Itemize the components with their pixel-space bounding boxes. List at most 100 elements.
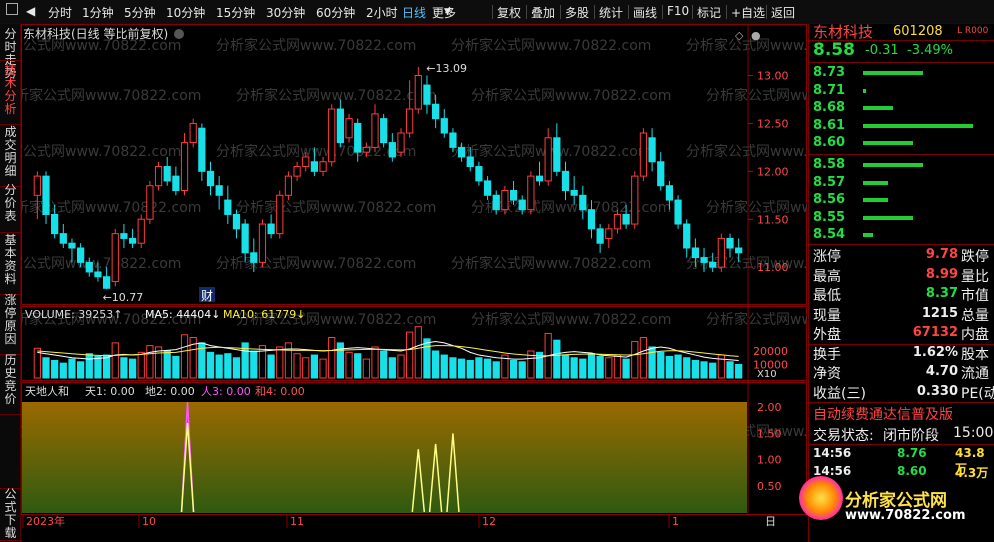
ask-volume-bar <box>863 88 866 93</box>
panel-close-icon[interactable]: ● <box>751 29 761 42</box>
tool-button-1[interactable]: 叠加 <box>531 4 555 21</box>
nav-item-6[interactable]: 历史竞价 <box>2 354 19 406</box>
period-tab-2[interactable]: 5分钟 <box>124 4 156 21</box>
volume-bar <box>94 355 102 379</box>
period-tab-1[interactable]: 1分钟 <box>82 4 114 21</box>
candle-body <box>683 223 691 249</box>
stat-key2: 跌停 <box>961 249 989 265</box>
scroll-left-icon[interactable]: ◀ <box>26 4 35 18</box>
indicator-name[interactable]: 天地人和 <box>25 385 69 398</box>
price-pct: -3.49% <box>907 43 953 58</box>
candle <box>206 161 215 196</box>
candle-body <box>120 233 128 239</box>
candle <box>561 161 570 201</box>
nav-item-8[interactable]: 公式下载 <box>2 488 19 540</box>
bid-volume-bar <box>863 233 873 237</box>
volume-bar <box>232 357 241 379</box>
promo-link[interactable]: 自动续费通达信普及版 <box>813 404 953 424</box>
stat-key2: PE(动) <box>961 385 994 402</box>
candle-body <box>189 122 197 144</box>
more-dropdown-icon[interactable]: ▼ <box>444 7 451 17</box>
toolbar-divider <box>628 5 629 19</box>
x-axis-label: 10 <box>142 515 156 528</box>
volume-bar <box>302 357 310 379</box>
bid-price: 8.56 <box>813 192 846 207</box>
candle-body <box>258 223 267 263</box>
candle-body <box>579 194 587 211</box>
volume-bar <box>665 355 674 379</box>
tool-button-7[interactable]: +自选 <box>731 4 765 21</box>
panel-settings-icon[interactable]: ◇ <box>735 29 744 42</box>
nav-item-2[interactable]: 成交明细 <box>2 126 19 178</box>
candle-body <box>509 190 518 201</box>
stat-value: 1215 <box>921 305 958 321</box>
tool-button-5[interactable]: F10 <box>667 4 689 18</box>
period-tab-7[interactable]: 2小时 <box>366 4 398 21</box>
candle <box>414 66 422 114</box>
candle <box>639 128 648 181</box>
volume-bar <box>163 350 171 379</box>
volume-bar <box>310 354 319 379</box>
volume-bar <box>674 354 682 379</box>
period-tab-0[interactable]: 分时 <box>48 4 72 21</box>
stat-key: 收益(三) <box>813 385 866 402</box>
volume-bar <box>406 331 414 379</box>
title-dropdown-icon[interactable] <box>174 29 184 39</box>
x-axis-corner: 日 <box>765 515 776 528</box>
candle-body <box>328 108 336 163</box>
period-tab-5[interactable]: 30分钟 <box>266 4 305 21</box>
volume-bar <box>388 357 396 379</box>
period-tab-4[interactable]: 15分钟 <box>216 4 255 21</box>
candle-body <box>137 218 145 244</box>
period-tab-3[interactable]: 10分钟 <box>166 4 205 21</box>
candle <box>111 228 119 287</box>
candle <box>717 233 725 272</box>
finance-marker[interactable]: 财 <box>201 289 213 303</box>
indicator-tick-label: 1.50 <box>757 427 782 440</box>
ask-price: 8.73 <box>813 65 846 80</box>
x-axis-label: 2023年 <box>26 514 65 528</box>
watermark-text: 分析家公式网www.70822.com <box>216 255 416 272</box>
menu-square-icon[interactable] <box>6 3 18 15</box>
candle-body <box>570 190 578 196</box>
candle-body <box>665 185 674 201</box>
nav-item-3[interactable]: 分价表 <box>2 184 19 223</box>
candle-body <box>172 175 180 191</box>
volume-bar <box>293 353 301 379</box>
period-tab-8[interactable]: 日线 <box>402 4 426 21</box>
tool-button-6[interactable]: 标记 <box>697 4 721 21</box>
bid-volume-bar <box>863 163 923 167</box>
volume-bar <box>570 357 578 379</box>
nav-item-1[interactable]: 技术分析 <box>2 64 19 116</box>
volume-bar <box>587 353 596 379</box>
x-axis-label: 1 <box>672 515 679 528</box>
nav-item-4[interactable]: 基本资料 <box>2 234 19 286</box>
tool-button-2[interactable]: 多股 <box>565 4 589 21</box>
candle-body <box>241 223 249 254</box>
candle-body <box>180 142 189 192</box>
volume-bar <box>276 346 284 379</box>
quote-divider <box>809 244 994 245</box>
candle-body <box>302 156 310 168</box>
candle-body <box>319 161 327 172</box>
candle <box>224 185 232 225</box>
chart-area[interactable]: 分析家公式网www.70822.com 分析家公式网www.70822.com 分析… <box>0 24 906 534</box>
candle <box>440 109 448 138</box>
watermark-text: 分析家公式网www.70822.com <box>21 87 201 104</box>
logo-star-icon <box>799 476 843 520</box>
chart-title: 东材科技(日线 等比前复权) <box>23 26 168 41</box>
tool-button-4[interactable]: 画线 <box>633 4 657 21</box>
price-tick-label: 12.00 <box>757 165 789 178</box>
tool-button-8[interactable]: 返回 <box>771 4 795 21</box>
quote-divider <box>809 62 994 63</box>
candle-body <box>735 247 743 254</box>
volume-bar <box>561 354 570 379</box>
stat-key2: 流通 <box>961 366 989 382</box>
kline-chart[interactable]: 分析家公式网www.70822.com 分析家公式网www.70822.com 分析… <box>0 24 906 534</box>
trade-state: 闭市阶段 <box>883 428 939 444</box>
period-tab-6[interactable]: 60分钟 <box>316 4 355 21</box>
tool-button-3[interactable]: 统计 <box>599 4 623 21</box>
candle-body <box>267 223 275 235</box>
nav-item-5[interactable]: 涨停原因 <box>2 294 19 346</box>
tool-button-0[interactable]: 复权 <box>497 4 521 21</box>
